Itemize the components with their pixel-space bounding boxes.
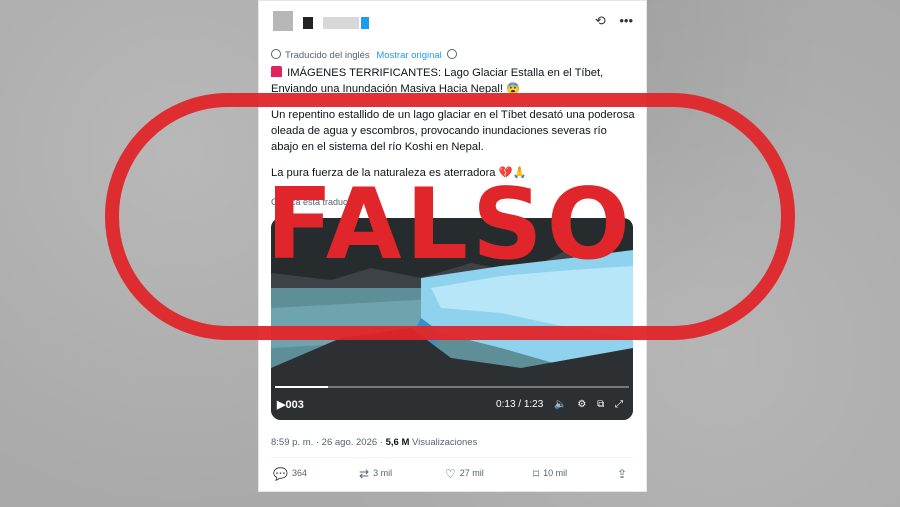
falso-text: FALSO bbox=[266, 168, 634, 282]
falso-stamp: FALSO bbox=[105, 93, 795, 340]
